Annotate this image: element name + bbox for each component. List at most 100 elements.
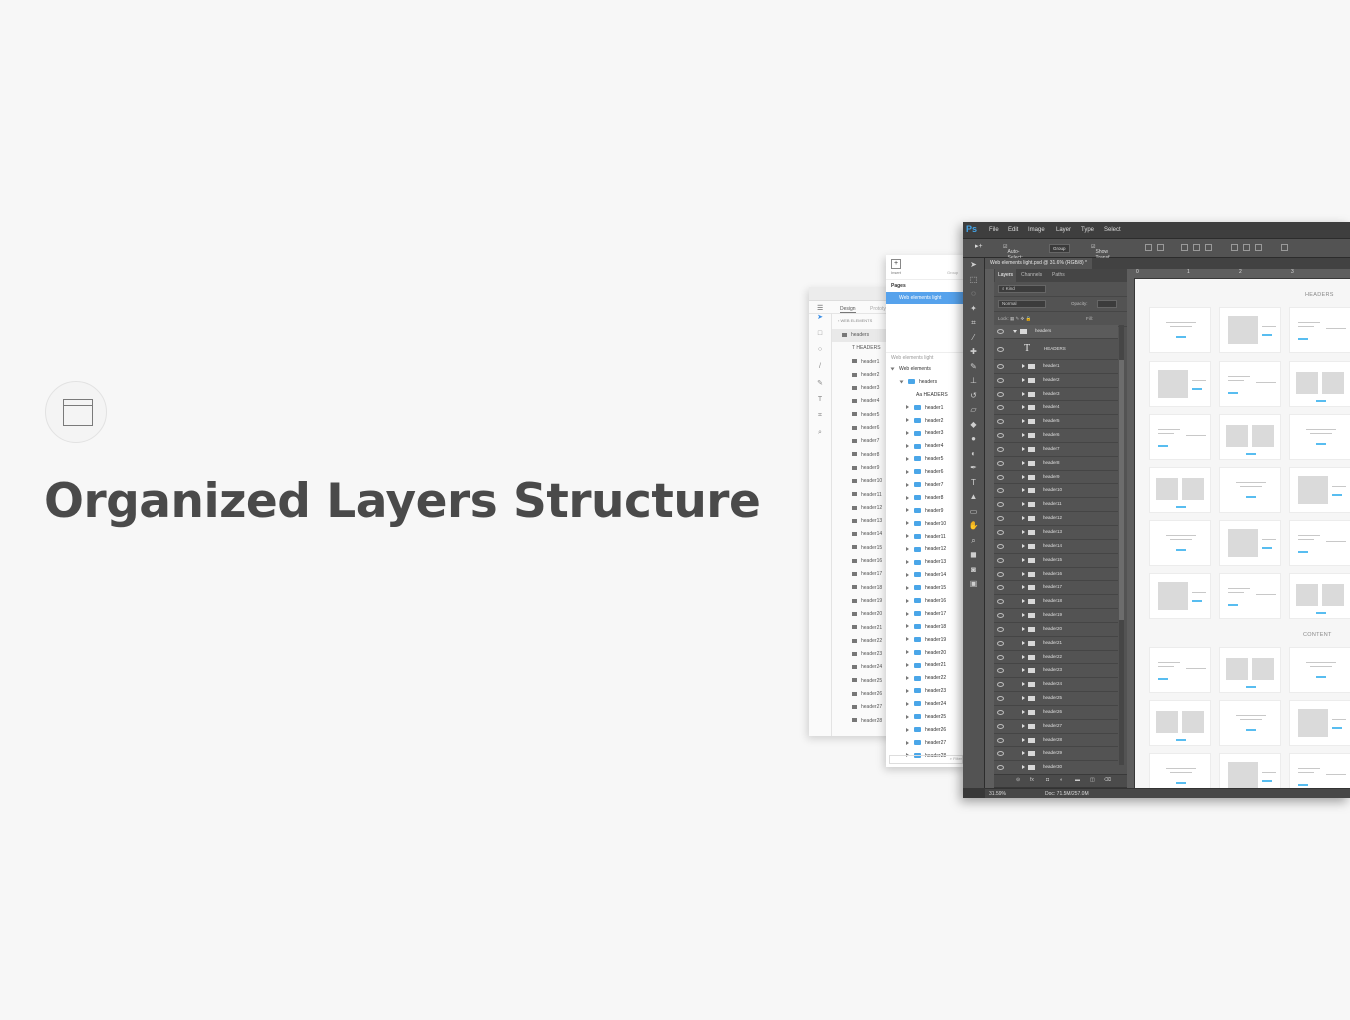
oval-icon[interactable]: ○ <box>809 346 831 363</box>
disclosure-icon[interactable] <box>1022 446 1025 451</box>
disclosure-icon[interactable] <box>906 469 909 474</box>
disclosure-icon[interactable] <box>1022 682 1025 687</box>
fx-icon[interactable]: fx <box>1030 777 1034 783</box>
eye-icon[interactable] <box>997 682 1004 688</box>
wireframe-thumbnail[interactable] <box>1219 573 1281 619</box>
disclosure-icon[interactable] <box>906 727 909 732</box>
layer-item[interactable]: header27 <box>994 720 1118 734</box>
bucket-icon[interactable]: ◆ <box>963 418 984 433</box>
disclosure-icon[interactable] <box>1022 488 1025 493</box>
layer-text-headers[interactable]: T HEADERS <box>994 339 1118 360</box>
layer-item[interactable]: header21 <box>994 637 1118 651</box>
disclosure-icon[interactable] <box>906 405 909 410</box>
tab-paths[interactable]: Paths <box>1052 272 1065 278</box>
eye-icon[interactable] <box>997 640 1004 646</box>
disclosure-icon[interactable] <box>1022 668 1025 673</box>
layer-item[interactable]: header26 <box>994 706 1118 720</box>
figma-layer-item[interactable]: header6 <box>886 466 966 479</box>
eye-icon[interactable] <box>997 571 1004 577</box>
text-icon[interactable]: T <box>809 396 831 413</box>
filter-kind-dropdown[interactable]: ⌕ Kind <box>998 285 1046 293</box>
page-item-selected[interactable]: Web elements light <box>886 292 966 304</box>
adjustment-icon[interactable]: ◐ <box>1060 777 1063 783</box>
disclosure-icon[interactable] <box>1022 363 1025 368</box>
menu-type[interactable]: Type <box>1081 227 1094 233</box>
wireframe-thumbnail[interactable] <box>1219 467 1281 513</box>
layer-item[interactable]: header18 <box>994 595 1118 610</box>
eye-icon[interactable] <box>997 460 1004 466</box>
disclosure-icon[interactable] <box>906 572 909 577</box>
menu-select[interactable]: Select <box>1104 227 1121 233</box>
layer-item[interactable]: header7 <box>994 443 1118 457</box>
align-icon[interactable] <box>1205 244 1212 251</box>
figma-layer-item[interactable]: header5 <box>886 453 966 466</box>
eraser-icon[interactable]: ▱ <box>963 403 984 418</box>
figma-layer-item[interactable]: header27 <box>886 737 966 750</box>
distribute-icon[interactable] <box>1231 244 1238 251</box>
history-brush-icon[interactable]: ↺ <box>963 389 984 404</box>
figma-layer-item[interactable]: header19 <box>886 634 966 647</box>
eye-icon[interactable] <box>997 737 1004 743</box>
disclosure-icon[interactable] <box>906 444 909 449</box>
layer-item[interactable]: header6 <box>994 429 1118 443</box>
disclosure-icon[interactable] <box>1022 696 1025 701</box>
brush-tool-icon[interactable]: ✎ <box>963 360 984 375</box>
disclosure-icon[interactable] <box>906 611 909 616</box>
disclosure-icon[interactable] <box>906 701 909 706</box>
disclosure-icon[interactable] <box>1022 433 1025 438</box>
disclosure-icon[interactable] <box>1022 405 1025 410</box>
wireframe-thumbnail[interactable] <box>1289 647 1350 693</box>
layer-item[interactable]: header16 <box>994 568 1118 582</box>
wireframe-thumbnail[interactable] <box>1219 700 1281 746</box>
wireframe-thumbnail[interactable] <box>1149 700 1211 746</box>
screen-mode-icon[interactable]: ▣ <box>963 577 984 592</box>
figma-layer-item[interactable]: header3 <box>886 427 966 440</box>
layer-item[interactable]: header3 <box>994 388 1118 402</box>
eye-icon[interactable] <box>997 329 1004 334</box>
disclosure-icon[interactable] <box>1022 557 1025 562</box>
distribute-icon[interactable] <box>1243 244 1250 251</box>
layer-item[interactable]: header4 <box>994 401 1118 416</box>
wireframe-thumbnail[interactable] <box>1219 520 1281 566</box>
path-select-icon[interactable]: ▲ <box>963 490 984 505</box>
eye-icon[interactable] <box>997 696 1004 702</box>
wireframe-thumbnail[interactable] <box>1149 647 1211 693</box>
figma-layer-item[interactable]: header9 <box>886 505 966 518</box>
eye-icon[interactable] <box>997 668 1004 674</box>
figma-layer-item[interactable]: header8 <box>886 492 966 505</box>
wireframe-thumbnail[interactable] <box>1289 753 1350 789</box>
eye-icon[interactable] <box>997 419 1004 425</box>
disclosure-icon[interactable] <box>906 663 909 668</box>
figma-layer-item[interactable]: header7 <box>886 479 966 492</box>
disclosure-icon[interactable] <box>1022 474 1025 479</box>
disclosure-icon[interactable] <box>1022 460 1025 465</box>
eye-icon[interactable] <box>997 516 1004 522</box>
layers-scrollbar[interactable] <box>1119 325 1124 765</box>
wireframe-thumbnail[interactable] <box>1219 414 1281 460</box>
figma-layer-item[interactable]: header4 <box>886 440 966 453</box>
disclosure-icon[interactable] <box>1022 737 1025 742</box>
pointer-icon[interactable]: ➤ <box>809 313 831 330</box>
eye-icon[interactable] <box>997 654 1004 660</box>
layer-item[interactable]: header1 <box>994 360 1118 374</box>
disclosure-icon[interactable] <box>1022 626 1025 631</box>
layer-item[interactable]: header17 <box>994 581 1118 596</box>
layer-item[interactable]: header19 <box>994 609 1118 623</box>
menu-edit[interactable]: Edit <box>1008 227 1018 233</box>
layer-item[interactable]: header2 <box>994 374 1118 388</box>
eye-icon[interactable] <box>997 502 1004 508</box>
eye-icon[interactable] <box>997 543 1004 549</box>
disclosure-icon[interactable] <box>906 547 909 552</box>
figma-layer-item[interactable]: header15 <box>886 582 966 595</box>
eye-icon[interactable] <box>997 599 1004 605</box>
eye-icon[interactable] <box>997 709 1004 715</box>
disclosure-icon[interactable] <box>1022 419 1025 424</box>
wireframe-thumbnail[interactable] <box>1149 467 1211 513</box>
disclosure-icon[interactable] <box>906 508 909 513</box>
wireframe-thumbnail[interactable] <box>1289 467 1350 513</box>
layer-item[interactable]: header5 <box>994 415 1118 430</box>
layer-item[interactable]: header11 <box>994 498 1118 513</box>
filter-input[interactable]: ⌕ Filter <box>889 755 963 764</box>
healing-brush-icon[interactable]: ✚ <box>963 345 984 360</box>
figma-layer-item[interactable]: header21 <box>886 659 966 672</box>
